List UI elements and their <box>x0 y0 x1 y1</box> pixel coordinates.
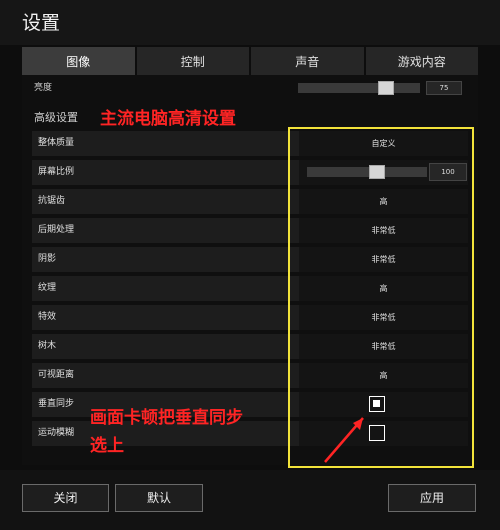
annotation-arrow-icon <box>324 417 364 463</box>
post-processing-value[interactable]: 非常低 <box>299 218 468 243</box>
section-title: 高级设置 <box>34 111 78 124</box>
setting-label: 树木 <box>38 341 57 351</box>
setting-row-anti-aliasing[interactable]: 抗锯齿 高 <box>32 189 468 214</box>
setting-row-overall-quality[interactable]: 整体质量 自定义 <box>32 131 468 156</box>
setting-label: 特效 <box>38 312 57 322</box>
setting-label: 整体质量 <box>38 138 75 148</box>
setting-label: 纹理 <box>38 283 57 293</box>
screen-scale-control: 100 <box>299 160 468 185</box>
setting-label: 阴影 <box>38 254 57 264</box>
tab-sound[interactable]: 声音 <box>251 47 364 75</box>
annotation-note-line1: 画面卡顿把垂直同步 <box>90 408 243 428</box>
tab-graphics[interactable]: 图像 <box>22 47 135 75</box>
close-button[interactable]: 关闭 <box>22 484 109 512</box>
apply-button[interactable]: 应用 <box>388 484 476 512</box>
anti-aliasing-value[interactable]: 高 <box>299 189 468 214</box>
foliage-value[interactable]: 非常低 <box>299 334 468 359</box>
setting-row-screen-scale[interactable]: 屏幕比例 100 <box>32 160 468 185</box>
setting-row-effects[interactable]: 特效 非常低 <box>32 305 468 330</box>
annotation-header: 主流电脑高清设置 <box>100 109 236 129</box>
bottom-bar: 关闭 默认 应用 <box>0 470 500 530</box>
brightness-label: 亮度 <box>34 83 53 93</box>
screen-scale-value[interactable]: 100 <box>429 163 467 181</box>
annotation-note-line2: 选上 <box>90 436 124 456</box>
setting-label: 抗锯齿 <box>38 196 66 206</box>
title-bar: 设置 <box>0 0 500 45</box>
setting-row-foliage[interactable]: 树木 非常低 <box>32 334 468 359</box>
brightness-slider[interactable] <box>298 81 420 95</box>
default-button[interactable]: 默认 <box>115 484 203 512</box>
setting-label: 屏幕比例 <box>38 167 75 177</box>
window-title: 设置 <box>22 12 61 34</box>
setting-row-shadows[interactable]: 阴影 非常低 <box>32 247 468 272</box>
setting-row-view-distance[interactable]: 可视距离 高 <box>32 363 468 388</box>
tab-game-content[interactable]: 游戏内容 <box>365 47 478 75</box>
tab-controls[interactable]: 控制 <box>136 47 249 75</box>
setting-label: 可视距离 <box>38 370 75 380</box>
brightness-slider-thumb[interactable] <box>378 81 394 95</box>
view-distance-value[interactable]: 高 <box>299 363 468 388</box>
shadows-value[interactable]: 非常低 <box>299 247 468 272</box>
setting-row-post-processing[interactable]: 后期处理 非常低 <box>32 218 468 243</box>
overall-quality-value[interactable]: 自定义 <box>299 131 468 156</box>
setting-label: 后期处理 <box>38 225 75 235</box>
screen-scale-slider-thumb[interactable] <box>369 165 385 179</box>
brightness-value[interactable]: 75 <box>426 81 462 95</box>
tab-bar: 图像 控制 声音 游戏内容 <box>22 47 478 75</box>
effects-value[interactable]: 非常低 <box>299 305 468 330</box>
setting-row-brightness: 亮度 75 <box>22 79 478 97</box>
textures-value[interactable]: 高 <box>299 276 468 301</box>
screen-scale-slider[interactable] <box>307 165 427 179</box>
setting-row-textures[interactable]: 纹理 高 <box>32 276 468 301</box>
